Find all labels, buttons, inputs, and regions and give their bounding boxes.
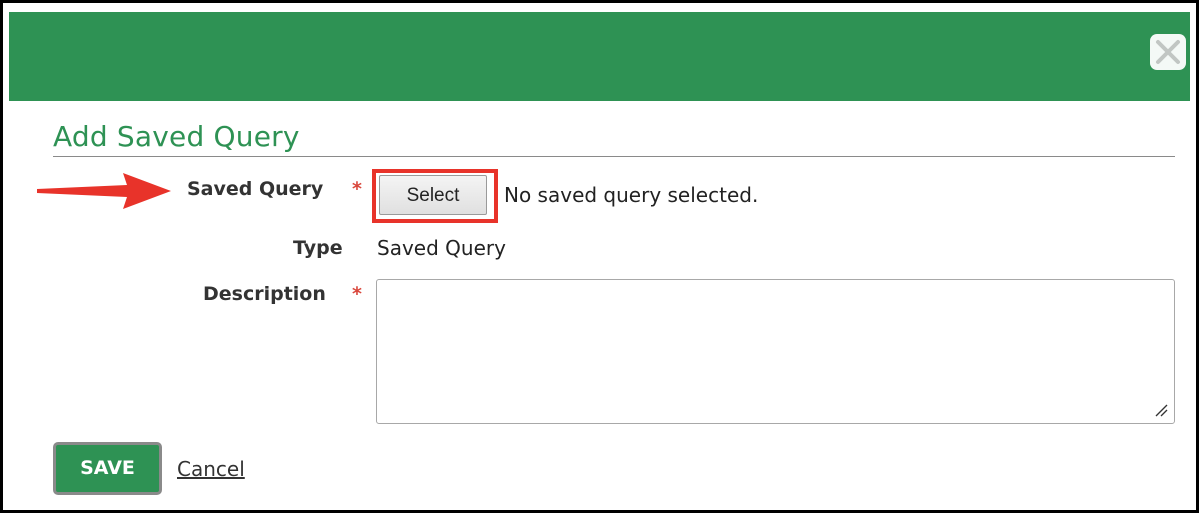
saved-query-required-mark: * xyxy=(352,178,362,200)
description-required-mark: * xyxy=(352,283,362,305)
save-button[interactable]: SAVE xyxy=(53,442,162,495)
resize-grip-icon[interactable] xyxy=(1154,403,1168,417)
description-label: Description xyxy=(203,283,326,305)
dialog-frame: Add Saved Query Saved Query * Select No … xyxy=(0,0,1199,513)
saved-query-label: Saved Query xyxy=(187,178,324,200)
dialog-header xyxy=(9,12,1190,101)
arrow-right-icon xyxy=(37,173,171,209)
select-saved-query-button[interactable]: Select xyxy=(379,175,487,215)
title-divider xyxy=(53,156,1175,157)
type-value: Saved Query xyxy=(377,236,506,260)
description-textarea[interactable] xyxy=(376,279,1175,424)
cancel-link[interactable]: Cancel xyxy=(177,457,245,481)
dialog-title: Add Saved Query xyxy=(53,120,300,153)
close-icon xyxy=(1156,40,1180,64)
type-label: Type xyxy=(293,237,343,259)
close-button[interactable] xyxy=(1150,34,1186,70)
saved-query-status: No saved query selected. xyxy=(504,183,759,207)
